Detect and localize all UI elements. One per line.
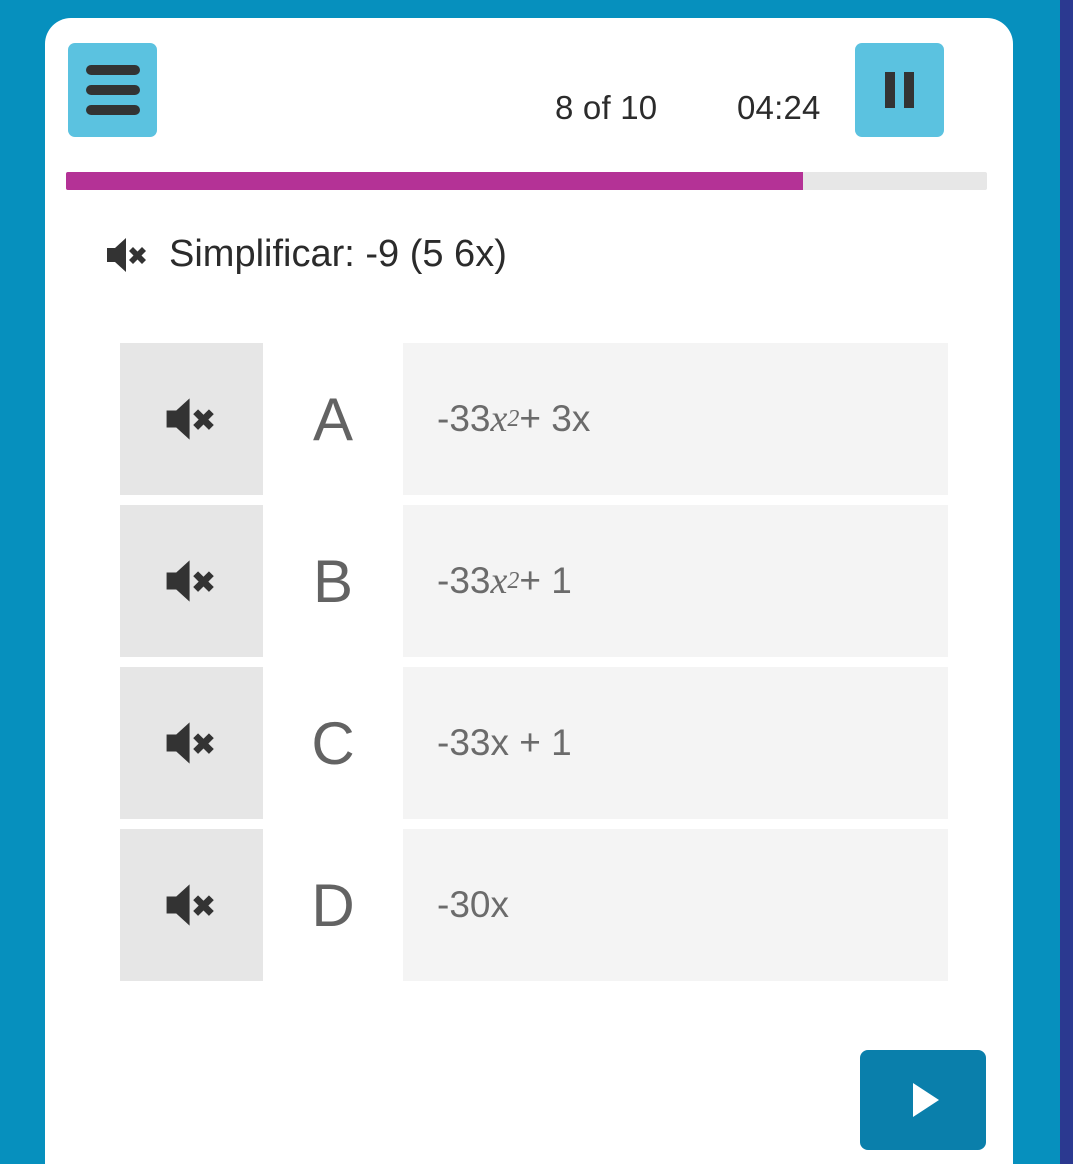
answer-options-list: A -33 x 2 + 3x B -33 x 2 + 1 C -33x + 1 … xyxy=(120,343,948,981)
answer-speaker-button-a[interactable] xyxy=(120,343,263,495)
answer-text-prefix-c: -33x + 1 xyxy=(437,722,572,763)
pause-icon-bar-1 xyxy=(885,72,895,108)
answer-letter-c: C xyxy=(263,667,403,819)
speaker-muted-icon xyxy=(166,560,214,602)
answer-speaker-button-d[interactable] xyxy=(120,829,263,981)
question-text: Simplificar: -9 (5 6x) xyxy=(169,233,507,275)
answer-text-prefix-a: -33 xyxy=(437,398,491,439)
answer-option-d[interactable]: D -30x xyxy=(120,829,948,981)
answer-text-suffix-a: + 3x xyxy=(519,398,591,439)
answer-text-b: -33 x 2 + 1 xyxy=(437,560,572,602)
answer-letter-d: D xyxy=(263,829,403,981)
quiz-card: 8 of 10 04:24 Simplificar: -9 (5 6x) A -… xyxy=(45,18,1013,1164)
answer-speaker-button-b[interactable] xyxy=(120,505,263,657)
answer-option-c[interactable]: C -33x + 1 xyxy=(120,667,948,819)
quiz-header: 8 of 10 04:24 xyxy=(45,18,1013,158)
answer-speaker-button-c[interactable] xyxy=(120,667,263,819)
hamburger-icon-bar-2 xyxy=(85,85,140,95)
speaker-muted-icon xyxy=(166,398,214,440)
answer-variable-a: x xyxy=(490,398,508,440)
progress-bar-fill xyxy=(66,172,803,190)
answer-text-prefix-d: -30x xyxy=(437,884,509,925)
question-counter: 8 of 10 xyxy=(555,89,658,126)
answer-text-prefix-b: -33 xyxy=(437,560,491,601)
question-block: Simplificar: -9 (5 6x) xyxy=(105,233,507,276)
answer-variable-b: x xyxy=(490,560,508,602)
answer-letter-b: B xyxy=(263,505,403,657)
pause-button[interactable] xyxy=(855,43,944,137)
speaker-muted-icon[interactable] xyxy=(105,236,151,274)
hamburger-icon-bar-1 xyxy=(85,65,140,75)
next-button[interactable] xyxy=(860,1050,986,1150)
answer-text-c: -33x + 1 xyxy=(403,667,948,819)
answer-text-a: -33 x 2 + 3x xyxy=(437,398,591,440)
answer-option-b[interactable]: B -33 x 2 + 1 xyxy=(120,505,948,657)
progress-bar xyxy=(66,172,987,190)
answer-text-d: -30x xyxy=(403,829,948,981)
pause-icon-bar-2 xyxy=(904,72,914,108)
answer-option-a[interactable]: A -33 x 2 + 3x xyxy=(120,343,948,495)
right-edge-strip xyxy=(1060,0,1073,1164)
answer-letter-a: A xyxy=(263,343,403,495)
play-triangle-icon xyxy=(913,1083,939,1117)
hamburger-icon-bar-3 xyxy=(85,105,140,115)
answer-text-suffix-b: + 1 xyxy=(519,560,572,601)
speaker-muted-icon xyxy=(166,884,214,926)
timer-display: 04:24 xyxy=(737,89,821,126)
screen: 8 of 10 04:24 Simplificar: -9 (5 6x) A -… xyxy=(0,0,1073,1164)
speaker-muted-icon xyxy=(166,722,214,764)
menu-button[interactable] xyxy=(68,43,157,137)
